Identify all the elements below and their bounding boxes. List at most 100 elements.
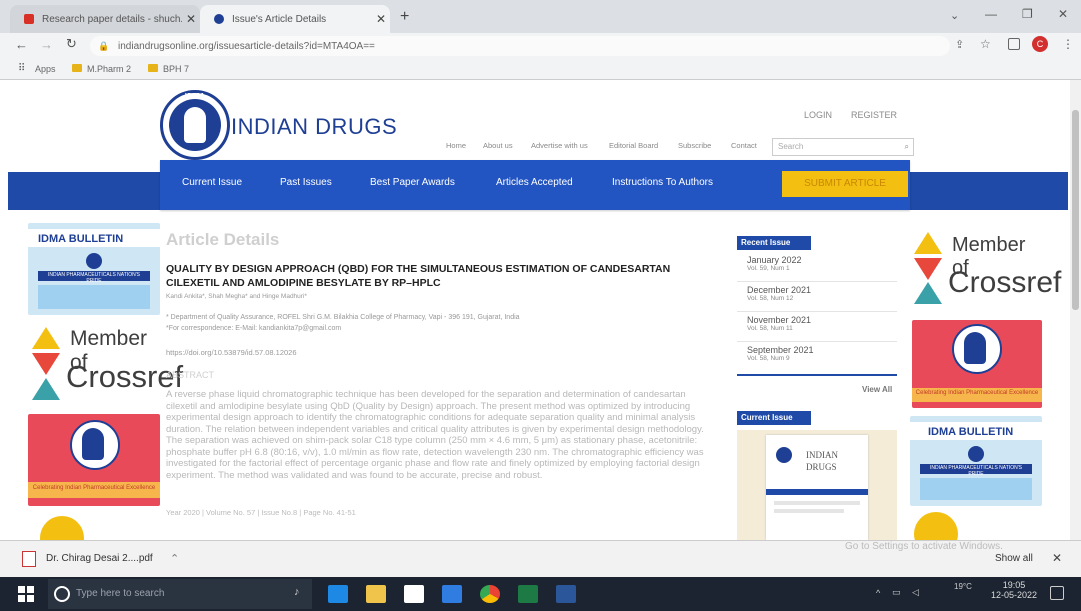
taskbar-search-input[interactable]: Type here to search ♪ [48, 579, 312, 609]
register-link[interactable]: REGISTER [851, 110, 897, 120]
article-affiliation: * Department of Quality Assurance, ROFEL… [166, 314, 520, 321]
article-meta: Year 2020 | Volume No. 57 | Issue No.8 |… [166, 508, 356, 517]
idma-emblem-icon [776, 447, 792, 463]
windows-activation-watermark: Go to Settings to activate Windows. [845, 541, 1003, 552]
abstract-heading: ABSTRACT [166, 370, 215, 380]
reload-icon[interactable]: ↻ [66, 36, 77, 52]
submit-article-button[interactable]: SUBMIT ARTICLE [782, 171, 908, 197]
file-explorer-icon[interactable] [366, 585, 386, 603]
bookmark-apps[interactable]: Apps [35, 64, 56, 74]
close-download-bar-icon[interactable]: ✕ [1052, 551, 1062, 565]
crossref-ad[interactable]: Member of Crossref [30, 323, 183, 415]
nav-best-paper-awards[interactable]: Best Paper Awards [370, 177, 455, 188]
side-panel-icon[interactable] [1008, 38, 1020, 50]
idma-emblem-icon [86, 253, 102, 269]
microsoft-store-icon[interactable] [404, 585, 424, 603]
idma-logo[interactable]: IDMA [160, 90, 230, 160]
windows-start-icon[interactable] [18, 586, 34, 602]
volume-icon[interactable]: ◁ [912, 587, 919, 598]
profile-avatar[interactable]: C [1032, 36, 1048, 52]
main-nav: Current Issue Past Issues Best Paper Awa… [160, 160, 910, 210]
share-icon[interactable]: ⇪ [955, 38, 964, 51]
download-item[interactable]: Dr. Chirag Desai 2....pdf [46, 553, 153, 564]
download-bar: Dr. Chirag Desai 2....pdf ⌃ Go to Settin… [0, 540, 1081, 578]
recent-issue-item[interactable]: November 2021 Vol. 58, Num 11 [747, 315, 811, 332]
bookmark-star-icon[interactable]: ☆ [980, 37, 991, 51]
crossref-ad-right[interactable]: Member of Crossref [912, 226, 1061, 316]
nav-current-issue[interactable]: Current Issue [182, 177, 242, 188]
idma-emblem-icon [968, 446, 984, 462]
close-tab-icon[interactable]: ✕ [182, 12, 200, 26]
apps-grid-icon: ⠿ [18, 63, 26, 74]
folder-icon [72, 64, 82, 72]
current-issue-heading: Current Issue [737, 411, 811, 425]
download-options-icon[interactable]: ⌃ [170, 552, 179, 565]
back-icon[interactable]: ← [15, 37, 28, 52]
recent-issue-item[interactable]: December 2021 Vol. 58, Num 12 [747, 285, 811, 302]
bookmark-mpharm[interactable]: M.Pharm 2 [87, 64, 131, 74]
site-search-input[interactable]: Search ⌕ [772, 138, 914, 156]
browser-menu-icon[interactable]: ⋮ [1062, 37, 1074, 51]
show-all-button[interactable]: Show all [995, 553, 1033, 564]
partial-logo-icon [40, 516, 84, 540]
clock[interactable]: 19:05 12-05-2022 [988, 580, 1040, 600]
view-all-link[interactable]: View All [862, 385, 892, 394]
nav-advertise[interactable]: Advertise with us [531, 141, 588, 150]
scrollbar-thumb[interactable] [1072, 110, 1079, 310]
article-correspondence: *For correspondence: E-Mail: kandiankita… [166, 325, 342, 332]
network-icon[interactable]: ▭ [892, 587, 901, 598]
restore-icon[interactable]: ❐ [1022, 7, 1033, 21]
current-issue-cover[interactable]: INDIAN DRUGS [766, 435, 868, 540]
recent-issue-item[interactable]: January 2022 Vol. 59, Num 1 [747, 255, 802, 272]
nav-subscribe[interactable]: Subscribe [678, 141, 711, 150]
nav-contact[interactable]: Contact [731, 141, 757, 150]
microphone-icon[interactable]: ♪ [294, 586, 300, 598]
word-icon[interactable] [556, 585, 576, 603]
close-window-icon[interactable]: ✕ [1058, 7, 1068, 21]
pdf-file-icon [22, 551, 36, 567]
nav-past-issues[interactable]: Past Issues [280, 177, 332, 188]
lock-icon: 🔒 [98, 41, 110, 51]
recent-issue-heading: Recent Issue [737, 236, 811, 250]
recent-issue-item[interactable]: September 2021 Vol. 58, Num 9 [747, 345, 814, 362]
weather-readout[interactable]: 19°C [954, 582, 972, 591]
minimize-icon[interactable]: — [985, 7, 997, 21]
edge-icon[interactable] [328, 585, 348, 603]
abstract-text: A reverse phase liquid chromatographic t… [166, 389, 704, 481]
idma-celebration-ad-right[interactable]: Celebrating Indian Pharmaceutical Excell… [912, 320, 1042, 408]
tray-chevron-icon[interactable]: ^ [876, 588, 880, 598]
web-page: IDMA INDIAN DRUGS LOGIN REGISTER Home Ab… [0, 80, 1070, 540]
nav-articles-accepted[interactable]: Articles Accepted [496, 177, 573, 188]
bookmark-bph[interactable]: BPH 7 [163, 64, 189, 74]
article-authors: Kandi Ankita*, Shah Megha* and Hinge Mad… [166, 293, 307, 300]
app-icon[interactable] [442, 585, 462, 603]
browser-tab-article[interactable]: Issue's Article Details ✕ [200, 5, 390, 33]
chrome-icon[interactable] [480, 585, 500, 603]
article-doi-link[interactable]: https://doi.org/10.53879/id.57.08.12026 [166, 348, 297, 357]
tab-search-icon[interactable]: ⌄ [950, 9, 959, 22]
excel-icon[interactable] [518, 585, 538, 603]
new-tab-button[interactable]: + [400, 8, 409, 26]
forward-icon[interactable]: → [40, 37, 53, 52]
nav-editorial-board[interactable]: Editorial Board [609, 141, 658, 150]
nav-home[interactable]: Home [446, 141, 466, 150]
idma-bulletin-ad-right[interactable]: IDMA BULLETIN INDIAN PHARMACEUTICALS NAT… [910, 416, 1042, 506]
notification-icon[interactable] [1050, 586, 1064, 600]
partial-logo-icon [914, 512, 958, 540]
idma-celebration-ad[interactable]: Celebrating Indian Pharmaceutical Excell… [28, 414, 160, 506]
browser-tab-research[interactable]: Research paper details - shuch... ✕ [10, 5, 200, 33]
nav-about[interactable]: About us [483, 141, 513, 150]
folder-icon [148, 64, 158, 72]
site-name[interactable]: INDIAN DRUGS [231, 114, 397, 140]
close-tab-icon[interactable]: ✕ [372, 12, 390, 26]
page-scrollbar[interactable] [1070, 80, 1081, 540]
gmail-icon [24, 14, 34, 24]
nav-instructions[interactable]: Instructions To Authors [612, 177, 713, 188]
bookmarks-bar: ⠿ Apps M.Pharm 2 BPH 7 [0, 59, 1081, 80]
idma-bulletin-ad[interactable]: IDMA BULLETIN INDIAN PHARMACEUTICALS NAT… [28, 223, 160, 315]
login-link[interactable]: LOGIN [804, 110, 832, 120]
article-details-heading: Article Details [166, 230, 280, 249]
address-bar[interactable]: 🔒 indiandrugsonline.org/issuesarticle-de… [90, 36, 950, 56]
search-icon[interactable]: ⌕ [905, 139, 909, 155]
site-favicon-icon [214, 14, 224, 24]
